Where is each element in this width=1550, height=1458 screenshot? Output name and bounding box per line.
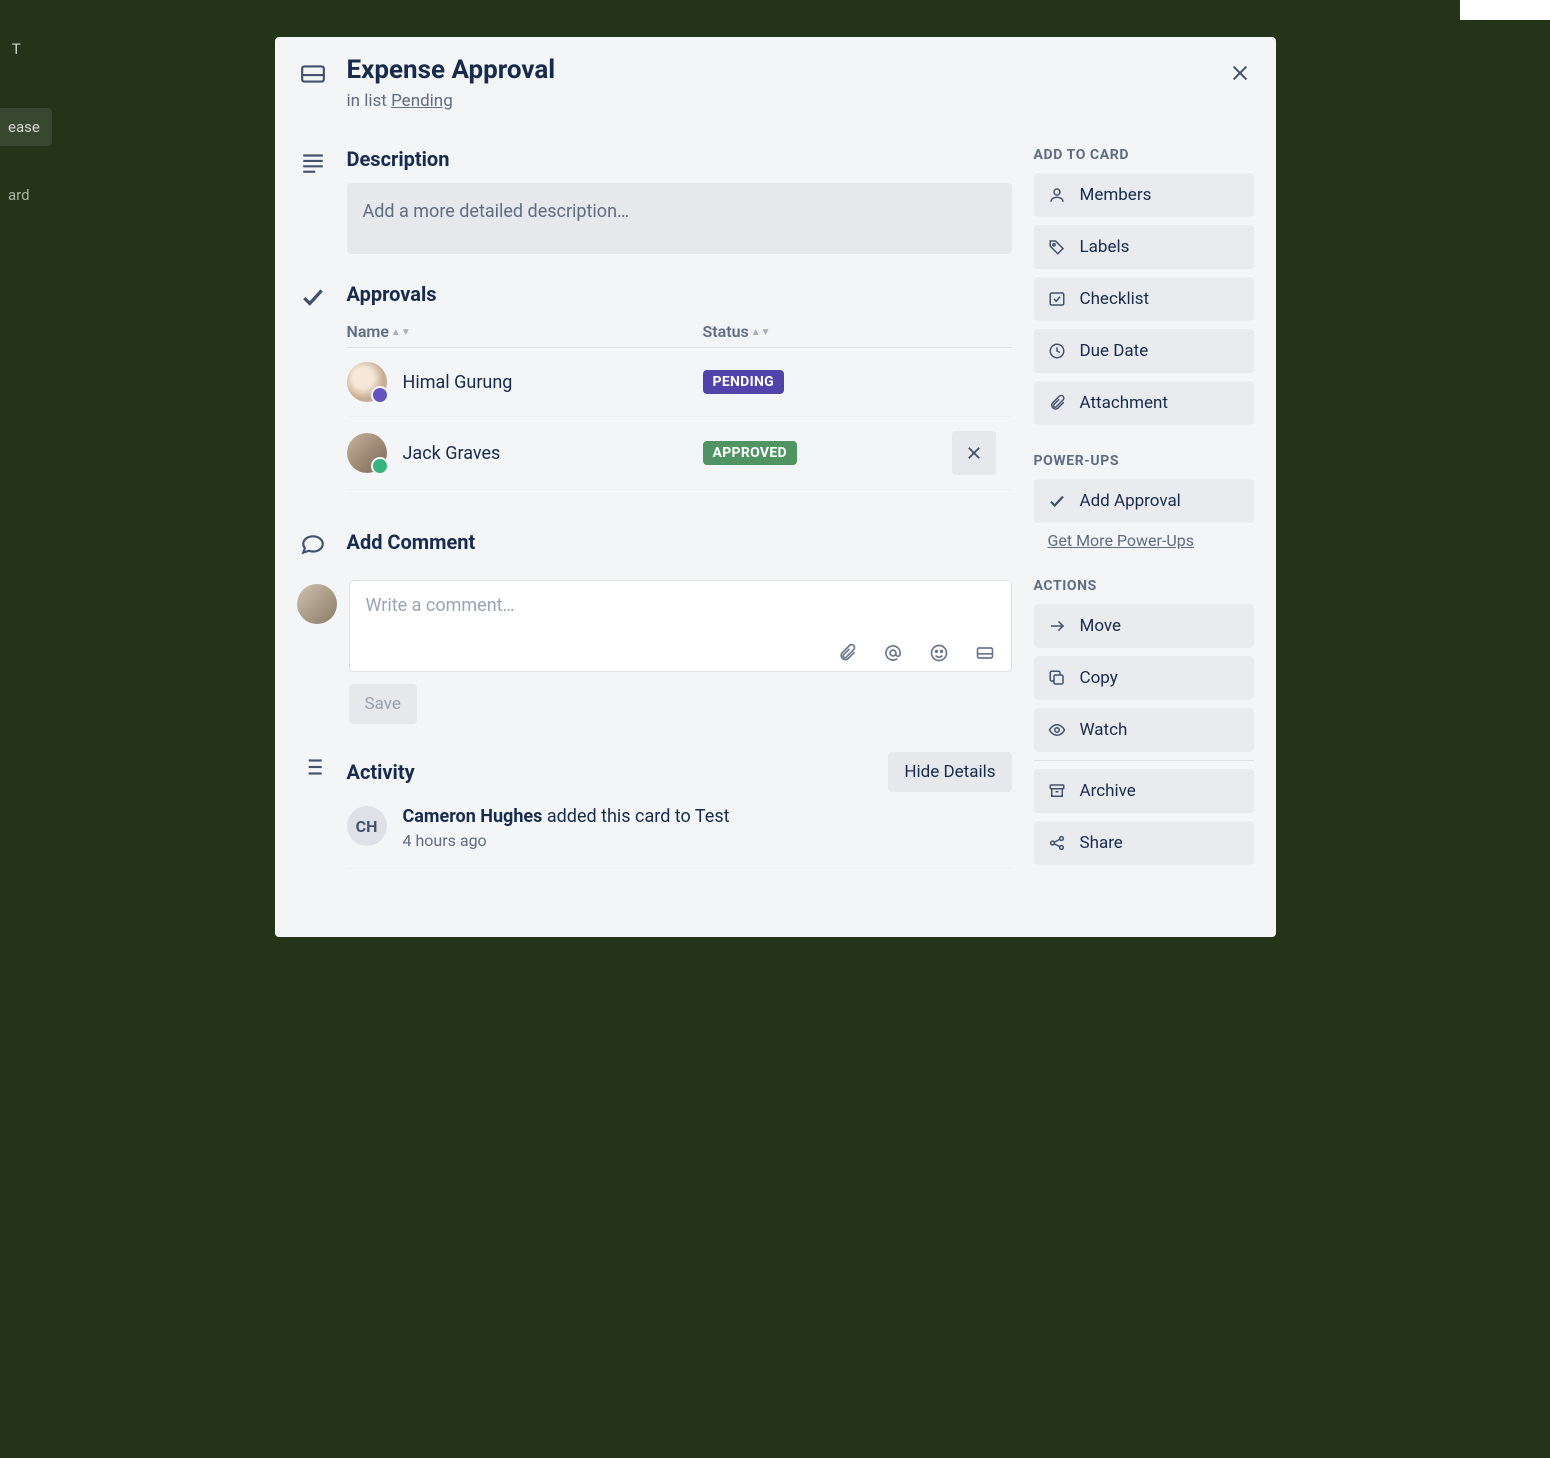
card-icon xyxy=(975,643,995,663)
description-input[interactable]: Add a more detailed description… xyxy=(347,183,1012,254)
arrow-right-icon xyxy=(1048,617,1066,635)
approvals-title: Approvals xyxy=(347,282,1012,306)
paperclip-icon xyxy=(1048,394,1066,412)
approver-name: Himal Gurung xyxy=(403,372,513,393)
card-title[interactable]: Expense Approval xyxy=(347,55,1254,85)
close-button[interactable] xyxy=(1222,55,1258,91)
avatar xyxy=(347,362,387,402)
copy-button[interactable]: Copy xyxy=(1034,656,1254,700)
tag-icon xyxy=(1048,238,1066,256)
avatar xyxy=(347,433,387,473)
actions-heading: ACTIONS xyxy=(1034,578,1254,594)
card-icon xyxy=(300,61,326,87)
clock-icon xyxy=(1048,342,1066,360)
add-comment-title: Add Comment xyxy=(347,530,1012,554)
check-icon xyxy=(300,284,326,310)
move-button[interactable]: Move xyxy=(1034,604,1254,648)
add-to-card-heading: ADD TO CARD xyxy=(1034,147,1254,163)
close-icon xyxy=(965,444,983,462)
eye-icon xyxy=(1048,721,1066,739)
approval-row[interactable]: Himal Gurung PENDING xyxy=(347,348,1012,417)
copy-icon xyxy=(1048,669,1066,687)
approvals-header: Name▲▼ Status▲▼ xyxy=(347,318,1012,348)
close-icon xyxy=(1229,62,1251,84)
card-modal: Expense Approval in list Pending Descrip… xyxy=(275,37,1276,937)
description-title: Description xyxy=(347,147,1012,171)
add-approval-button[interactable]: Add Approval xyxy=(1034,479,1254,523)
members-button[interactable]: Members xyxy=(1034,173,1254,217)
labels-button[interactable]: Labels xyxy=(1034,225,1254,269)
smile-icon xyxy=(929,643,949,663)
approval-row[interactable]: Jack Graves APPROVED xyxy=(347,417,1012,490)
remove-approver-button[interactable] xyxy=(952,431,996,475)
approver-name: Jack Graves xyxy=(403,443,501,464)
card-link-button[interactable] xyxy=(975,643,995,663)
attachment-button[interactable]: Attachment xyxy=(1034,381,1254,425)
attach-button[interactable] xyxy=(837,643,857,663)
col-status[interactable]: Status▲▼ xyxy=(703,322,952,341)
share-button[interactable]: Share xyxy=(1034,821,1254,865)
get-more-powerups-link[interactable]: Get More Power-Ups xyxy=(1048,531,1254,550)
emoji-button[interactable] xyxy=(929,643,949,663)
activity-time[interactable]: 4 hours ago xyxy=(403,831,730,850)
activity-title: Activity xyxy=(347,760,415,784)
save-comment-button[interactable]: Save xyxy=(349,684,417,724)
comment-icon xyxy=(300,532,326,558)
description-icon xyxy=(300,149,326,175)
share-icon xyxy=(1048,834,1066,852)
archive-button[interactable]: Archive xyxy=(1034,769,1254,813)
activity-icon xyxy=(300,754,326,780)
comment-input[interactable]: Write a comment… xyxy=(349,580,1012,672)
status-badge-approved: APPROVED xyxy=(703,441,797,465)
status-badge-pending: PENDING xyxy=(703,370,785,394)
activity-entry: CH Cameron Hughes added this card to Tes… xyxy=(347,806,1012,869)
user-icon xyxy=(1048,186,1066,204)
col-name[interactable]: Name▲▼ xyxy=(347,322,703,341)
card-list-location: in list Pending xyxy=(347,91,1254,111)
list-link[interactable]: Pending xyxy=(391,91,453,111)
current-user-avatar xyxy=(297,584,337,624)
activity-avatar: CH xyxy=(347,806,387,846)
checklist-icon xyxy=(1048,290,1066,308)
watch-button[interactable]: Watch xyxy=(1034,708,1254,752)
paperclip-icon xyxy=(837,643,857,663)
at-icon xyxy=(883,643,903,663)
check-icon xyxy=(1048,492,1066,510)
mention-button[interactable] xyxy=(883,643,903,663)
hide-details-button[interactable]: Hide Details xyxy=(888,752,1011,792)
due-date-button[interactable]: Due Date xyxy=(1034,329,1254,373)
archive-icon xyxy=(1048,782,1066,800)
powerups-heading: POWER-UPS xyxy=(1034,453,1254,469)
checklist-button[interactable]: Checklist xyxy=(1034,277,1254,321)
